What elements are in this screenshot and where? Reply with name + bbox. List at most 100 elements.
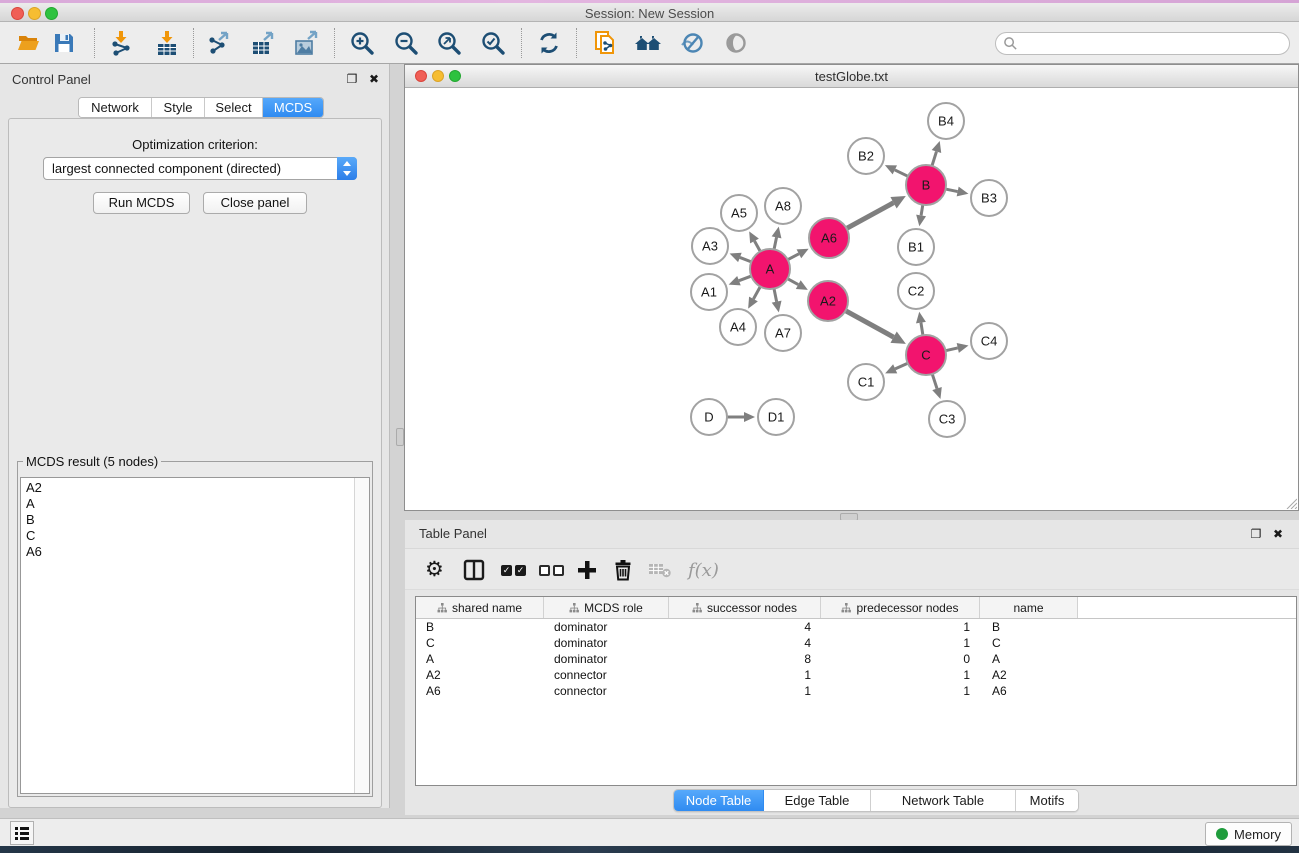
mcds-result-item[interactable]: B (21, 512, 353, 528)
table-cell[interactable]: 4 (669, 619, 821, 635)
select-all-button[interactable]: ✓✓ (501, 556, 529, 584)
table-cell[interactable]: 8 (669, 651, 821, 667)
memory-button[interactable]: Memory (1205, 822, 1292, 846)
table-cell[interactable]: 1 (821, 619, 980, 635)
graph-node[interactable]: B1 (898, 229, 934, 265)
close-panel-button[interactable]: Close panel (203, 192, 307, 214)
tab-edge-table[interactable]: Edge Table (764, 790, 871, 811)
search-input[interactable] (1018, 35, 1289, 53)
table-cell[interactable]: 1 (821, 635, 980, 651)
network-canvas[interactable]: B4B2BB3A8A5A6A3B1AA1C2A2A4A7C4CC1C3DD1 (405, 88, 1298, 510)
close-panel-button[interactable]: ✖ (1271, 527, 1285, 541)
graph-node[interactable]: C2 (898, 273, 934, 309)
table-cell[interactable]: A (416, 651, 544, 667)
zoom-out-button[interactable] (389, 27, 423, 59)
criterion-select[interactable]: largest connected component (directed) (43, 157, 357, 180)
table-cell[interactable]: A6 (416, 683, 544, 699)
graph-node[interactable]: B2 (848, 138, 884, 174)
graph-node[interactable]: A (750, 249, 790, 289)
table-cell[interactable]: 4 (669, 635, 821, 651)
network-window-titlebar[interactable]: testGlobe.txt (405, 65, 1298, 88)
graph-node[interactable]: A7 (765, 315, 801, 351)
open-file-button[interactable] (12, 27, 46, 59)
create-column-button[interactable] (577, 556, 597, 584)
task-history-button[interactable] (10, 821, 34, 845)
mcds-result-item[interactable]: A2 (21, 480, 353, 496)
float-panel-button[interactable]: ❐ (1249, 527, 1263, 541)
zoom-fit-button[interactable] (432, 27, 466, 59)
table-cell[interactable]: C (980, 635, 1078, 651)
column-header[interactable]: successor nodes (669, 597, 821, 618)
table-cell[interactable]: connector (544, 667, 669, 683)
mcds-result-item[interactable]: A (21, 496, 353, 512)
graph-node[interactable]: A2 (808, 281, 848, 321)
refresh-button[interactable] (532, 27, 566, 59)
table-cell[interactable]: dominator (544, 619, 669, 635)
table-row[interactable]: Adominator80A (416, 651, 1296, 667)
graph-node[interactable]: C1 (848, 364, 884, 400)
column-header[interactable]: shared name (416, 597, 544, 618)
table-cell[interactable]: dominator (544, 651, 669, 667)
table-cell[interactable]: 1 (821, 683, 980, 699)
table-cell[interactable]: B (416, 619, 544, 635)
tab-network-table[interactable]: Network Table (871, 790, 1016, 811)
run-mcds-button[interactable]: Run MCDS (93, 192, 190, 214)
scrollbar-track[interactable] (354, 478, 369, 793)
table-row[interactable]: Bdominator41B (416, 619, 1296, 635)
mcds-result-item[interactable]: C (21, 528, 353, 544)
graph-node[interactable]: B3 (971, 180, 1007, 216)
graph-node[interactable]: A4 (720, 309, 756, 345)
table-cell[interactable]: C (416, 635, 544, 651)
export-table-button[interactable] (246, 27, 280, 59)
table-cell[interactable]: connector (544, 683, 669, 699)
table-cell[interactable]: A6 (980, 683, 1078, 699)
column-header[interactable]: MCDS role (544, 597, 669, 618)
import-table-button[interactable] (150, 27, 184, 59)
graph-node[interactable]: C (906, 335, 946, 375)
graph-node[interactable]: A8 (765, 188, 801, 224)
delete-column-button[interactable] (613, 556, 633, 584)
table-row[interactable]: Cdominator41C (416, 635, 1296, 651)
table-row[interactable]: A6connector11A6 (416, 683, 1296, 699)
close-panel-button[interactable]: ✖ (367, 72, 381, 86)
graph-node[interactable]: A5 (721, 195, 757, 231)
float-panel-button[interactable]: ❐ (345, 72, 359, 86)
table-cell[interactable]: B (980, 619, 1078, 635)
tab-select[interactable]: Select (205, 98, 263, 117)
table-cell[interactable]: 1 (669, 683, 821, 699)
graph-node[interactable]: D1 (758, 399, 794, 435)
tab-node-table[interactable]: Node Table (674, 790, 764, 811)
home-layout-button[interactable] (631, 27, 665, 59)
tab-style[interactable]: Style (152, 98, 205, 117)
zoom-in-button[interactable] (345, 27, 379, 59)
graph-node[interactable]: C4 (971, 323, 1007, 359)
column-header[interactable]: name (980, 597, 1078, 618)
graph-node[interactable]: B (906, 165, 946, 205)
column-browser-button[interactable] (463, 556, 485, 584)
import-network-button[interactable] (104, 27, 138, 59)
graph-node[interactable]: A1 (691, 274, 727, 310)
table-cell[interactable]: 1 (821, 667, 980, 683)
graph-node[interactable]: B4 (928, 103, 964, 139)
hide-panel-button[interactable] (674, 27, 708, 59)
graph-node[interactable]: D (691, 399, 727, 435)
unselect-all-button[interactable] (539, 556, 567, 584)
column-header[interactable]: predecessor nodes (821, 597, 980, 618)
search-field[interactable] (995, 32, 1290, 55)
zoom-selected-button[interactable] (476, 27, 510, 59)
splitter-handle[interactable] (396, 428, 404, 446)
table-cell[interactable]: dominator (544, 635, 669, 651)
save-session-button[interactable] (47, 27, 81, 59)
tab-motifs[interactable]: Motifs (1016, 790, 1078, 811)
export-network-button[interactable] (202, 27, 236, 59)
delete-table-button-disabled[interactable] (648, 556, 672, 584)
resize-grip[interactable] (1284, 496, 1297, 509)
table-cell[interactable]: A2 (416, 667, 544, 683)
tab-mcds[interactable]: MCDS (263, 98, 323, 117)
show-panel-button[interactable] (719, 27, 753, 59)
graph-node[interactable]: A6 (809, 218, 849, 258)
titlebar[interactable]: Session: New Session (0, 3, 1299, 22)
tab-network[interactable]: Network (79, 98, 152, 117)
function-builder-button[interactable]: f(x) (688, 556, 719, 584)
table-cell[interactable]: A (980, 651, 1078, 667)
